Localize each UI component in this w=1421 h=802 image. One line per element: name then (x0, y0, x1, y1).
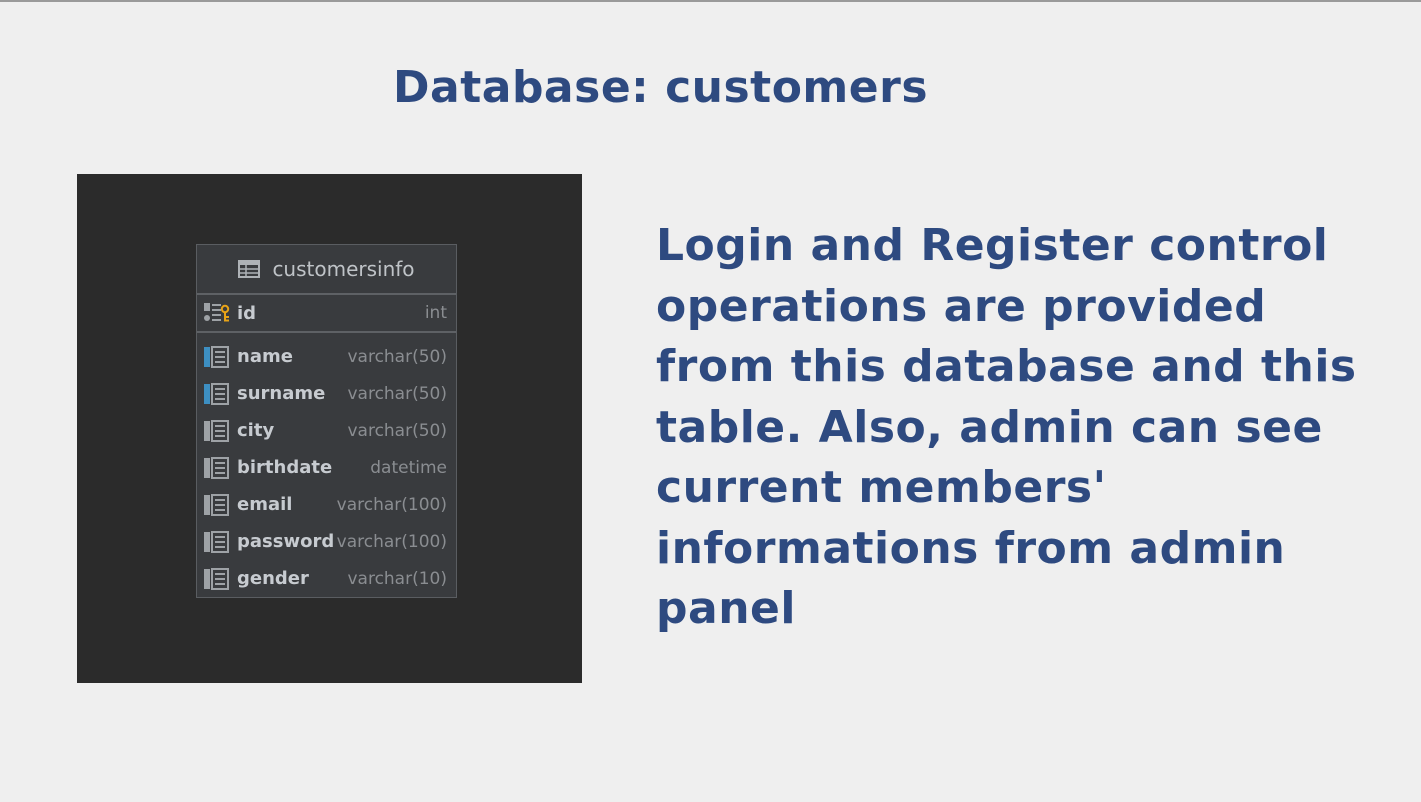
column-icon (204, 567, 229, 590)
er-row-gender[interactable]: gender varchar(10) (197, 560, 456, 597)
column-type: varchar(50) (347, 383, 447, 404)
column-name: password (237, 531, 335, 552)
column-icon (204, 530, 229, 553)
er-row-birthdate[interactable]: birthdate datetime (197, 449, 456, 486)
primary-key-icon (204, 303, 230, 322)
er-columns-list: name varchar(50) surname varchar(50) cit… (197, 333, 456, 597)
column-name: birthdate (237, 457, 333, 478)
er-table-customersinfo[interactable]: customersinfo id int name varchar(50) su… (196, 244, 457, 598)
column-icon-indexed (204, 382, 229, 405)
column-type: varchar(50) (347, 346, 447, 367)
er-row-id[interactable]: id int (197, 295, 456, 333)
column-name: gender (237, 568, 309, 589)
er-row-city[interactable]: city varchar(50) (197, 412, 456, 449)
slide-title: Database: customers (393, 62, 929, 113)
table-icon (238, 260, 261, 278)
column-type: varchar(10) (347, 568, 447, 589)
column-type: datetime (370, 457, 447, 478)
er-table-name: customersinfo (272, 257, 415, 281)
column-name: email (237, 494, 293, 515)
column-icon-indexed (204, 345, 229, 368)
er-table-header[interactable]: customersinfo (197, 245, 456, 295)
er-row-email[interactable]: email varchar(100) (197, 486, 456, 523)
top-border-line (0, 0, 1421, 2)
er-row-name[interactable]: name varchar(50) (197, 338, 456, 375)
slide-description: Login and Register control operations ar… (656, 220, 1357, 634)
column-name: id (237, 302, 257, 324)
er-diagram-panel: customersinfo id int name varchar(50) su… (77, 174, 582, 683)
column-type: varchar(100) (336, 531, 447, 552)
column-icon (204, 419, 229, 442)
column-type: varchar(100) (336, 494, 447, 515)
column-type: int (424, 303, 447, 323)
column-icon (204, 456, 229, 479)
column-name: city (237, 420, 275, 441)
column-type: varchar(50) (347, 420, 447, 441)
column-icon (204, 493, 229, 516)
er-row-surname[interactable]: surname varchar(50) (197, 375, 456, 412)
column-name: name (237, 346, 293, 367)
column-name: surname (237, 383, 326, 404)
er-row-password[interactable]: password varchar(100) (197, 523, 456, 560)
